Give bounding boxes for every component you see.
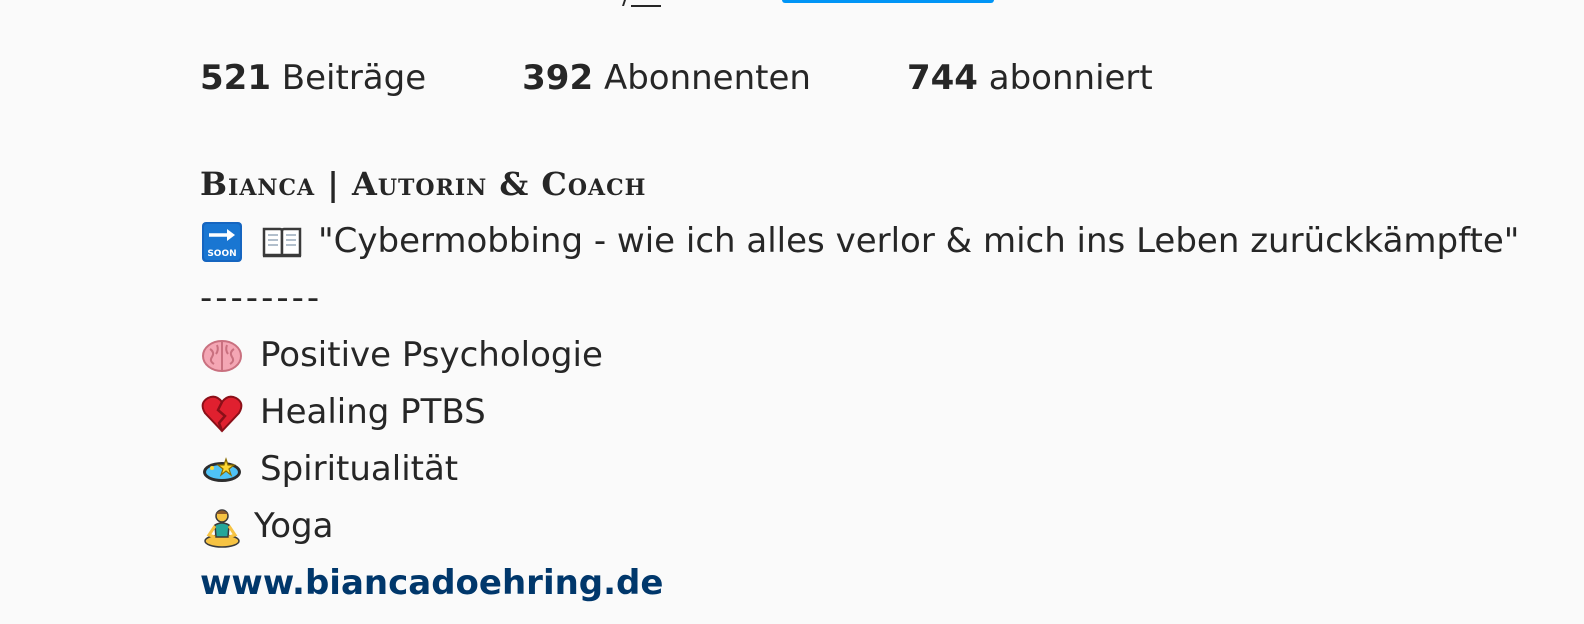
profile-display-name: Bianca | Autorin & Coach xyxy=(200,165,647,203)
bio-topic-item: Yoga xyxy=(200,498,1560,555)
posts-count: 521 xyxy=(200,58,271,98)
dizzy-star-icon xyxy=(200,448,244,492)
cropped-text-fragment xyxy=(617,0,626,6)
following-count: 744 xyxy=(906,58,978,98)
profile-info: 521 Beiträge 392 Abonnenten 744 abonnier… xyxy=(200,58,1560,612)
posts-stat: 521 Beiträge xyxy=(200,58,426,98)
broken-heart-icon xyxy=(200,391,244,435)
cropped-header-remnant xyxy=(0,0,1584,10)
bio-book-title: "Cybermobbing - wie ich alles verlor & m… xyxy=(318,221,1520,261)
cropped-text-underline xyxy=(631,5,661,7)
followers-label: Abonnenten xyxy=(603,58,811,98)
soon-arrow-icon: SOON xyxy=(200,220,244,264)
website-link[interactable]: www.biancadoehring.de xyxy=(200,555,663,612)
bio-divider: -------- xyxy=(200,278,323,318)
topic-label: Healing PTBS xyxy=(260,392,486,432)
profile-stats: 521 Beiträge 392 Abonnenten 744 abonnier… xyxy=(200,58,1560,114)
topic-label: Yoga xyxy=(254,506,334,546)
following-label: abonniert xyxy=(988,58,1153,98)
open-book-icon xyxy=(260,220,304,264)
followers-count: 392 xyxy=(522,58,594,98)
following-link[interactable]: 744 abonniert xyxy=(907,58,1153,98)
follow-button-edge[interactable] xyxy=(782,0,994,3)
brain-icon xyxy=(200,334,244,378)
bio-topic-item: Spiritualität xyxy=(200,441,1560,498)
bio-topic-item: Positive Psychologie xyxy=(200,327,1560,384)
posts-label: Beiträge xyxy=(281,58,427,98)
yoga-icon xyxy=(200,505,244,549)
profile-bio: Bianca | Autorin & Coach SOON "Cybermobb… xyxy=(200,156,1560,612)
bio-book-line: SOON "Cybermobbing - wie ich alles verlo… xyxy=(200,213,1560,270)
bio-topic-item: Healing PTBS xyxy=(200,384,1560,441)
followers-link[interactable]: 392 Abonnenten xyxy=(522,58,811,98)
svg-text:SOON: SOON xyxy=(207,249,236,259)
topic-label: Spiritualität xyxy=(260,449,459,489)
topic-label: Positive Psychologie xyxy=(260,335,603,375)
